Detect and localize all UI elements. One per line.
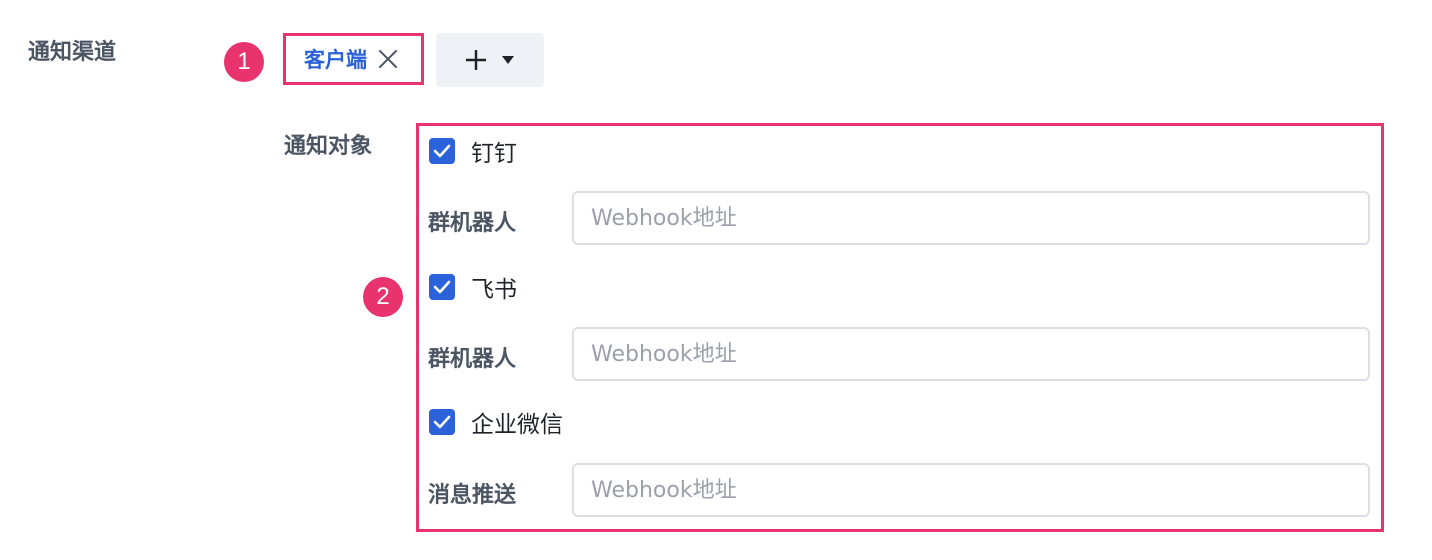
feishu-checkbox[interactable] <box>429 274 455 300</box>
channel-tag-label: 客户端 <box>304 48 367 72</box>
notify-channel-label: 通知渠道 <box>28 40 117 65</box>
dingtalk-checkbox[interactable] <box>429 138 455 164</box>
annotation-badge-2: 2 <box>363 277 403 317</box>
annotation-badge-1: 1 <box>224 42 264 82</box>
notify-targets-label: 通知对象 <box>284 134 373 159</box>
check-icon <box>433 280 451 294</box>
feishu-field-label: 群机器人 <box>428 347 517 372</box>
plus-icon <box>466 50 486 70</box>
channel-tag-client: 客户端 <box>283 33 424 85</box>
feishu-option[interactable]: 飞书 <box>429 270 517 304</box>
feishu-label: 飞书 <box>471 277 517 303</box>
caret-down-icon <box>502 56 514 64</box>
wecom-field-label: 消息推送 <box>428 483 517 508</box>
feishu-webhook-input[interactable] <box>572 327 1370 381</box>
check-icon <box>433 144 451 158</box>
wecom-label: 企业微信 <box>471 412 563 438</box>
dingtalk-label: 钉钉 <box>471 141 517 167</box>
add-channel-button[interactable] <box>436 33 544 87</box>
wecom-checkbox[interactable] <box>429 409 455 435</box>
dingtalk-field-label: 群机器人 <box>428 211 517 236</box>
dingtalk-option[interactable]: 钉钉 <box>429 134 517 168</box>
check-icon <box>433 415 451 429</box>
dingtalk-webhook-input[interactable] <box>572 191 1370 245</box>
wecom-option[interactable]: 企业微信 <box>429 405 563 439</box>
close-icon[interactable] <box>377 48 399 70</box>
wecom-webhook-input[interactable] <box>572 463 1370 517</box>
